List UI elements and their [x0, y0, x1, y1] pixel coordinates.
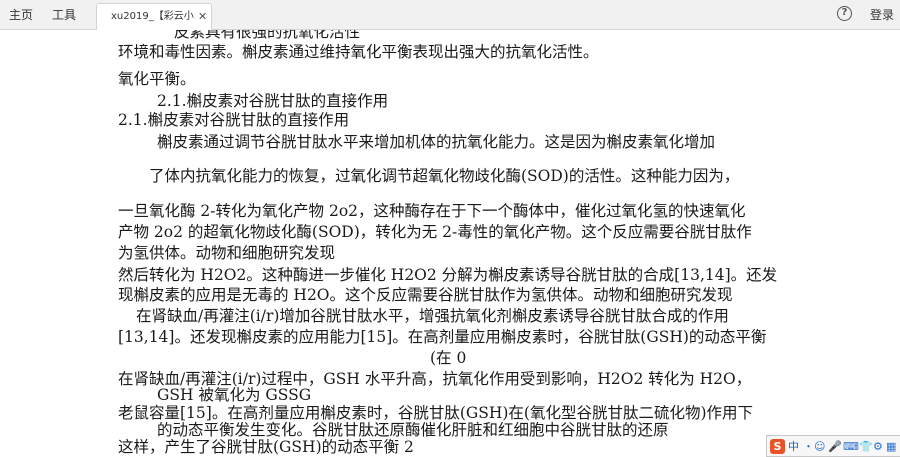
text-line: 在肾缺血/再灌注(i/r)增加谷胱甘肽水平，增强抗氧化剂槲皮素诱导谷胱甘肽合成的… [136, 307, 729, 325]
home-tab[interactable]: 主页 [9, 8, 33, 22]
top-tab-bar: 主页 工具 xu2019_【彩云小... ✕ ? 登录 [0, 0, 900, 30]
ime-emoji-icon[interactable]: ☺ [814, 439, 825, 454]
close-icon[interactable]: ✕ [198, 10, 207, 24]
ime-toolbox-icon[interactable]: ▦ [886, 439, 896, 454]
text-line: 的动态平衡发生变化。谷胱甘肽还原酶催化肝脏和红细胞中谷胱甘肽的还原 [157, 421, 669, 439]
ime-logo-icon[interactable]: S [770, 439, 785, 454]
section-heading: 2.1.槲皮素对谷胱甘肽的直接作用 [157, 92, 389, 110]
text-line: 现槲皮素的应用是无毒的 H2O。这个反应需要谷胱甘肽作为氢供体。动物和细胞研究发… [118, 286, 733, 304]
text-line: 这样，产生了谷胱甘肽(GSH)的动态平衡 2 [118, 438, 414, 456]
section-heading: 2.1.槲皮素对谷胱甘肽的直接作用 [118, 111, 350, 129]
document-content: 皮素具有很强的抗氧化活性 环境和毒性因素。槲皮素通过维持氧化平衡表现出强大的抗氧… [0, 30, 900, 457]
tools-tab[interactable]: 工具 [52, 8, 76, 22]
ime-settings-icon[interactable]: ⚙ [873, 439, 883, 454]
text-line: 一旦氧化酶 2-转化为氧化产物 2o2，这种酶存在于下一个酶体中，催化过氧化氢的… [118, 202, 746, 220]
text-line: (在 0 [430, 349, 467, 367]
ime-punctuation-icon[interactable]: ・ [803, 439, 814, 454]
text-line: 为氢供体。动物和细胞研究发现 [118, 244, 336, 262]
text-line: 老鼠容量[15]。在高剂量应用槲皮素时，谷胱甘肽(GSH)在(氧化型谷胱甘肽二硫… [118, 404, 754, 422]
login-button[interactable]: 登录 [870, 8, 894, 22]
text-line: GSH 被氧化为 GSSG [157, 386, 312, 404]
ime-keyboard-icon[interactable]: ⌨ [843, 439, 859, 454]
ime-toolbar: S 中 ・ ☺ 🎤 ⌨ 👕 ⚙ ▦ [766, 435, 900, 457]
document-tab-title: xu2019_【彩云小... [111, 11, 195, 22]
text-line: 皮素具有很强的抗氧化活性 [174, 30, 361, 41]
text-line: 产物 2o2 的超氧化物歧化酶(SOD)，转化为无 2-毒性的氧化产物。这个反应… [118, 223, 752, 241]
help-icon[interactable]: ? [837, 6, 852, 21]
ime-voice-icon[interactable]: 🎤 [828, 439, 842, 454]
text-line: [13,14]。还发现槲皮素的应用能力[15]。在高剂量应用槲皮素时，谷胱甘肽(… [118, 328, 767, 346]
text-line: 槲皮素通过调节谷胱甘肽水平来增加机体的抗氧化能力。这是因为槲皮素氧化增加 [157, 133, 716, 151]
ime-language-toggle[interactable]: 中 [788, 439, 799, 454]
text-line: 氧化平衡。 [118, 70, 196, 88]
text-line: 了体内抗氧化能力的恢复，过氧化调节超氧化物歧化酶(SOD)的活性。这种能力因为， [149, 167, 740, 185]
text-line: 环境和毒性因素。槲皮素通过维持氧化平衡表现出强大的抗氧化活性。 [118, 43, 599, 61]
ime-skin-icon[interactable]: 👕 [859, 439, 873, 454]
text-line: 然后转化为 H2O2。这种酶进一步催化 H2O2 分解为槲皮素诱导谷胱甘肽的合成… [118, 266, 778, 284]
document-tab[interactable]: xu2019_【彩云小... ✕ [96, 3, 212, 30]
